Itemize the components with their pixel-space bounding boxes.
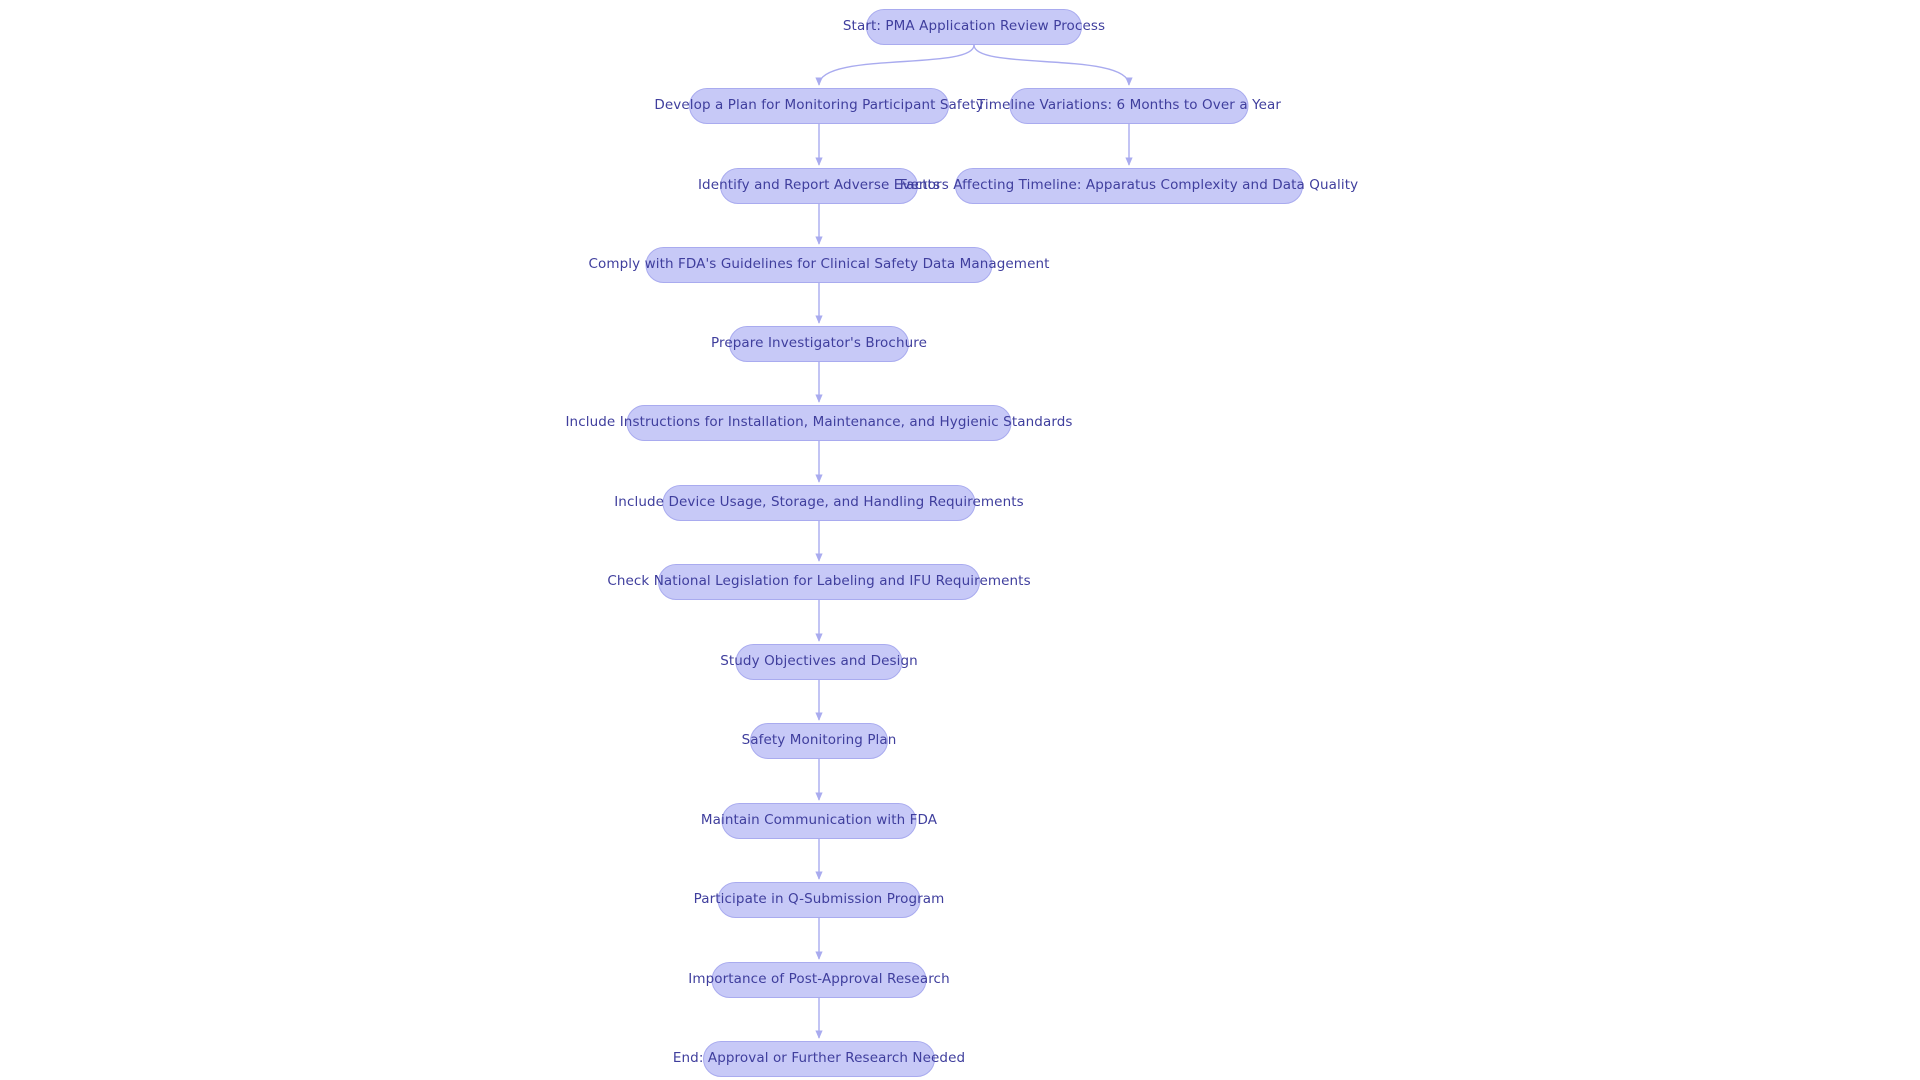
flow-node-label: Participate in Q-Submission Program: [693, 891, 945, 908]
flow-node-label: Include Device Usage, Storage, and Handl…: [614, 494, 1024, 511]
flow-node-prepare-investigator-s-brochure[interactable]: Prepare Investigator's Brochure: [711, 326, 927, 362]
flow-node-check-national-legislation-for-labeling-and-ifu-[interactable]: Check National Legislation for Labeling …: [607, 564, 1031, 600]
flow-node-include-instructions-for-installation-maintenanc[interactable]: Include Instructions for Installation, M…: [565, 405, 1072, 441]
flow-node-participate-in-q-submission-program[interactable]: Participate in Q-Submission Program: [694, 882, 944, 918]
flow-node-label: Study Objectives and Design: [720, 653, 918, 670]
flow-node-label: Factors Affecting Timeline: Apparatus Co…: [899, 177, 1359, 194]
flow-node-label: End: Approval or Further Research Needed: [672, 1050, 966, 1067]
flow-node-label: Check National Legislation for Labeling …: [607, 573, 1031, 590]
node-layer: Start: PMA Application Review Process Dev…: [0, 0, 1920, 1080]
flow-node-identify-and-report-adverse-events[interactable]: Identify and Report Adverse Events: [698, 168, 940, 204]
flow-node-factors-affecting-timeline-apparatus-complexity-[interactable]: Factors Affecting Timeline: Apparatus Co…: [900, 168, 1358, 204]
flow-node-label: Comply with FDA's Guidelines for Clinica…: [588, 256, 1050, 273]
flow-node-label: Maintain Communication with FDA: [700, 812, 938, 829]
flow-node-label: Importance of Post-Approval Research: [688, 971, 950, 988]
flow-node-include-device-usage-storage-and-handling-requir[interactable]: Include Device Usage, Storage, and Handl…: [614, 485, 1024, 521]
flow-node-develop-a-plan-for-monitoring-participant-safety[interactable]: Develop a Plan for Monitoring Participan…: [654, 88, 984, 124]
flow-node-study-objectives-and-design[interactable]: Study Objectives and Design: [720, 644, 918, 680]
flow-node-comply-with-fda-s-guidelines-for-clinical-safety[interactable]: Comply with FDA's Guidelines for Clinica…: [588, 247, 1049, 283]
flow-node-label: Timeline Variations: 6 Months to Over a …: [976, 97, 1282, 114]
flow-node-safety-monitoring-plan[interactable]: Safety Monitoring Plan: [742, 723, 896, 759]
flow-node-maintain-communication-with-fda[interactable]: Maintain Communication with FDA: [701, 803, 937, 839]
flow-node-label: Include Instructions for Installation, M…: [565, 414, 1073, 431]
flow-node-importance-of-post-approval-research[interactable]: Importance of Post-Approval Research: [688, 962, 950, 998]
flow-node-timeline-variations-6-months-to-over-a-year[interactable]: Timeline Variations: 6 Months to Over a …: [977, 88, 1281, 124]
flow-node-label: Prepare Investigator's Brochure: [711, 335, 928, 352]
flow-node-start-pma-application-review-process[interactable]: Start: PMA Application Review Process: [843, 9, 1105, 45]
flow-node-label: Start: PMA Application Review Process: [842, 18, 1106, 35]
flow-node-label: Safety Monitoring Plan: [741, 732, 897, 749]
flow-node-label: Develop a Plan for Monitoring Participan…: [654, 97, 984, 114]
flow-node-end-approval-or-further-research-needed[interactable]: End: Approval or Further Research Needed: [673, 1041, 965, 1077]
flowchart-canvas: Start: PMA Application Review Process Dev…: [0, 0, 1920, 1080]
